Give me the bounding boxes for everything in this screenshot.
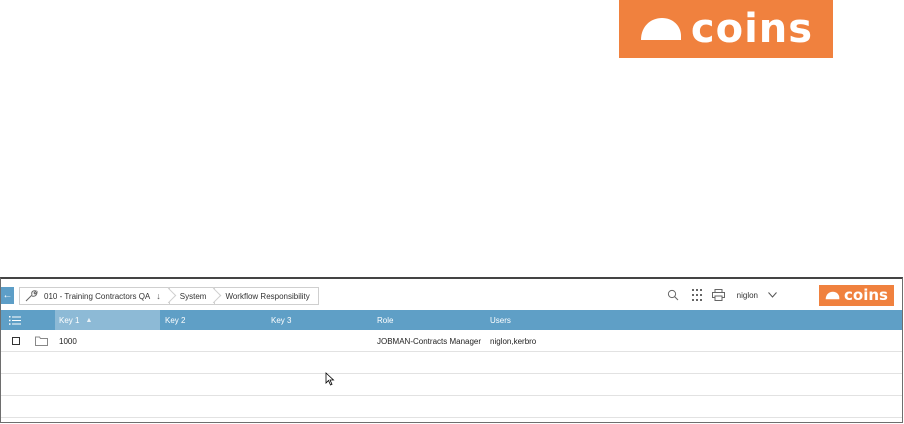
breadcrumb-label: System: [179, 291, 207, 301]
row-checkbox[interactable]: [12, 337, 20, 345]
toolbar: ← 010 - Training Contractors QA ↓ System…: [1, 279, 902, 311]
empty-row: [1, 374, 902, 396]
apps-grid-icon[interactable]: [689, 287, 705, 303]
breadcrumb: 010 - Training Contractors QA ↓ System W…: [19, 287, 319, 305]
column-header-key2[interactable]: Key 2: [161, 310, 267, 330]
table-row[interactable]: 1000 JOBMAN-Contracts Manager niglon,ker…: [1, 330, 902, 352]
breadcrumb-label: Workflow Responsibility: [225, 291, 310, 301]
breadcrumb-label: 010 - Training Contractors QA: [44, 291, 151, 301]
cell-users: niglon,kerbro: [490, 336, 537, 346]
column-header-role[interactable]: Role: [373, 310, 486, 330]
wrench-icon: [25, 290, 38, 302]
empty-row: [1, 352, 902, 374]
logo-text: coins: [690, 6, 814, 52]
coins-logo-small: coins: [819, 284, 894, 306]
back-button[interactable]: ←: [1, 287, 14, 304]
coins-logo-large: coins: [619, 0, 833, 58]
toolbar-actions: niglon coins: [665, 279, 902, 311]
cell-key1: 1000: [59, 336, 77, 346]
logo-text: coins: [844, 285, 888, 304]
hard-hat-icon: [825, 291, 840, 299]
column-header-key1[interactable]: Key 1 ▲: [55, 310, 160, 330]
app-window: ← 010 - Training Contractors QA ↓ System…: [0, 277, 903, 423]
sort-up-icon: ▲: [85, 316, 93, 324]
breadcrumb-company[interactable]: 010 - Training Contractors QA ↓: [20, 287, 177, 304]
column-menu-icon[interactable]: [5, 310, 35, 330]
chevron-down-icon: [768, 292, 777, 298]
search-icon[interactable]: [665, 287, 681, 303]
grid-header: Key 1 ▲ Key 2 Key 3 Role Users: [1, 310, 902, 330]
column-header-key3[interactable]: Key 3: [267, 310, 373, 330]
folder-icon: [35, 336, 48, 346]
down-arrow-icon[interactable]: ↓: [156, 291, 161, 301]
left-arrow-icon: ←: [2, 290, 13, 301]
column-header-users[interactable]: Users: [486, 310, 606, 330]
hard-hat-icon: [640, 18, 681, 40]
username: niglon: [736, 290, 758, 300]
breadcrumb-workflow-responsibility[interactable]: Workflow Responsibility: [214, 288, 318, 304]
cell-role: JOBMAN-Contracts Manager: [377, 336, 482, 346]
empty-row: [1, 396, 902, 418]
mouse-cursor-icon: [325, 372, 335, 386]
user-menu[interactable]: niglon: [737, 291, 777, 300]
print-icon[interactable]: [711, 287, 727, 303]
